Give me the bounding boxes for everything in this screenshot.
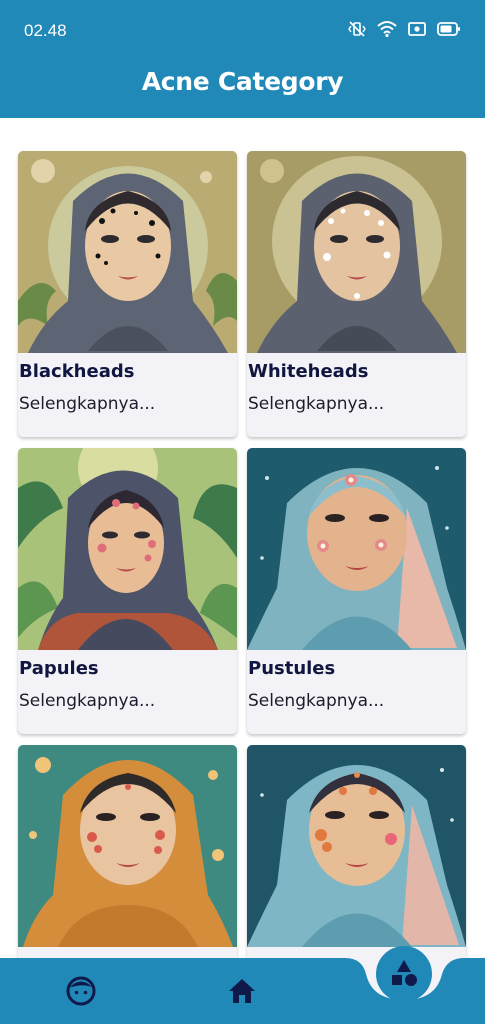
home-icon[interactable] — [227, 976, 257, 1006]
category-card-papules[interactable]: Papules Selengkapnya... — [18, 448, 237, 734]
app-bar: Acne Category — [0, 60, 485, 118]
whiteheads-illustration — [247, 151, 466, 353]
category-name: Blackheads — [19, 361, 135, 382]
vibrate-icon — [348, 21, 366, 37]
status-time: 02.48 — [24, 21, 67, 40]
category-name: Whiteheads — [248, 361, 369, 382]
acne-illustration — [247, 745, 466, 947]
category-name: Papules — [19, 658, 99, 679]
page-title: Acne Category — [141, 67, 344, 96]
category-name: Pustules — [248, 658, 336, 679]
blackheads-illustration — [18, 151, 237, 353]
category-more-link[interactable]: Selengkapnya... — [248, 394, 384, 414]
category-more-link[interactable]: Selengkapnya... — [248, 691, 384, 711]
category-more-link[interactable]: Selengkapnya... — [19, 691, 155, 711]
status-icons — [347, 20, 461, 38]
category-card-blackheads[interactable]: Blackheads Selengkapnya... — [18, 151, 237, 437]
category-more-link[interactable]: Selengkapnya... — [19, 394, 155, 414]
screen-record-icon — [408, 22, 426, 36]
category-nav-button[interactable] — [376, 946, 432, 1002]
acne-illustration — [18, 745, 237, 947]
status-bar: 02.48 — [0, 0, 485, 60]
papules-illustration — [18, 448, 237, 650]
pustules-illustration — [247, 448, 466, 650]
battery-icon — [437, 22, 460, 36]
wifi-icon — [377, 21, 397, 38]
category-card-pustules[interactable]: Pustules Selengkapnya... — [247, 448, 466, 734]
face-icon[interactable] — [64, 974, 98, 1008]
category-card-whiteheads[interactable]: Whiteheads Selengkapnya... — [247, 151, 466, 437]
